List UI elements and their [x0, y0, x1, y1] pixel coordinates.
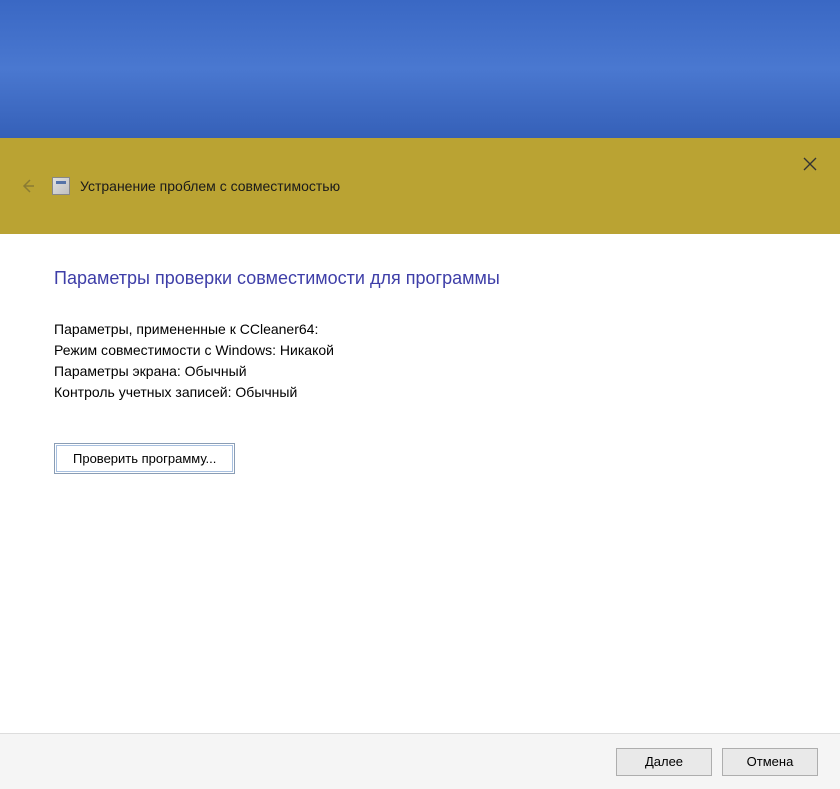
content-area: Параметры проверки совместимости для про…: [0, 234, 840, 733]
parameter-list: Параметры, примененные к CCleaner64: Реж…: [54, 319, 786, 403]
next-button[interactable]: Далее: [616, 748, 712, 776]
wizard-header: Устранение проблем с совместимостью: [0, 138, 840, 234]
close-icon: [803, 157, 817, 171]
main-heading: Параметры проверки совместимости для про…: [54, 268, 786, 289]
footer-bar: Далее Отмена: [0, 733, 840, 789]
desktop-background: [0, 0, 840, 138]
param-screen: Параметры экрана: Обычный: [54, 361, 786, 382]
back-arrow-icon: [18, 176, 38, 196]
param-compat-mode: Режим совместимости с Windows: Никакой: [54, 340, 786, 361]
cancel-button[interactable]: Отмена: [722, 748, 818, 776]
param-applied-to: Параметры, примененные к CCleaner64:: [54, 319, 786, 340]
troubleshooter-icon: [52, 177, 70, 195]
test-program-button[interactable]: Проверить программу...: [54, 443, 235, 474]
wizard-title: Устранение проблем с совместимостью: [80, 178, 340, 194]
param-uac: Контроль учетных записей: Обычный: [54, 382, 786, 403]
close-button[interactable]: [798, 152, 822, 176]
